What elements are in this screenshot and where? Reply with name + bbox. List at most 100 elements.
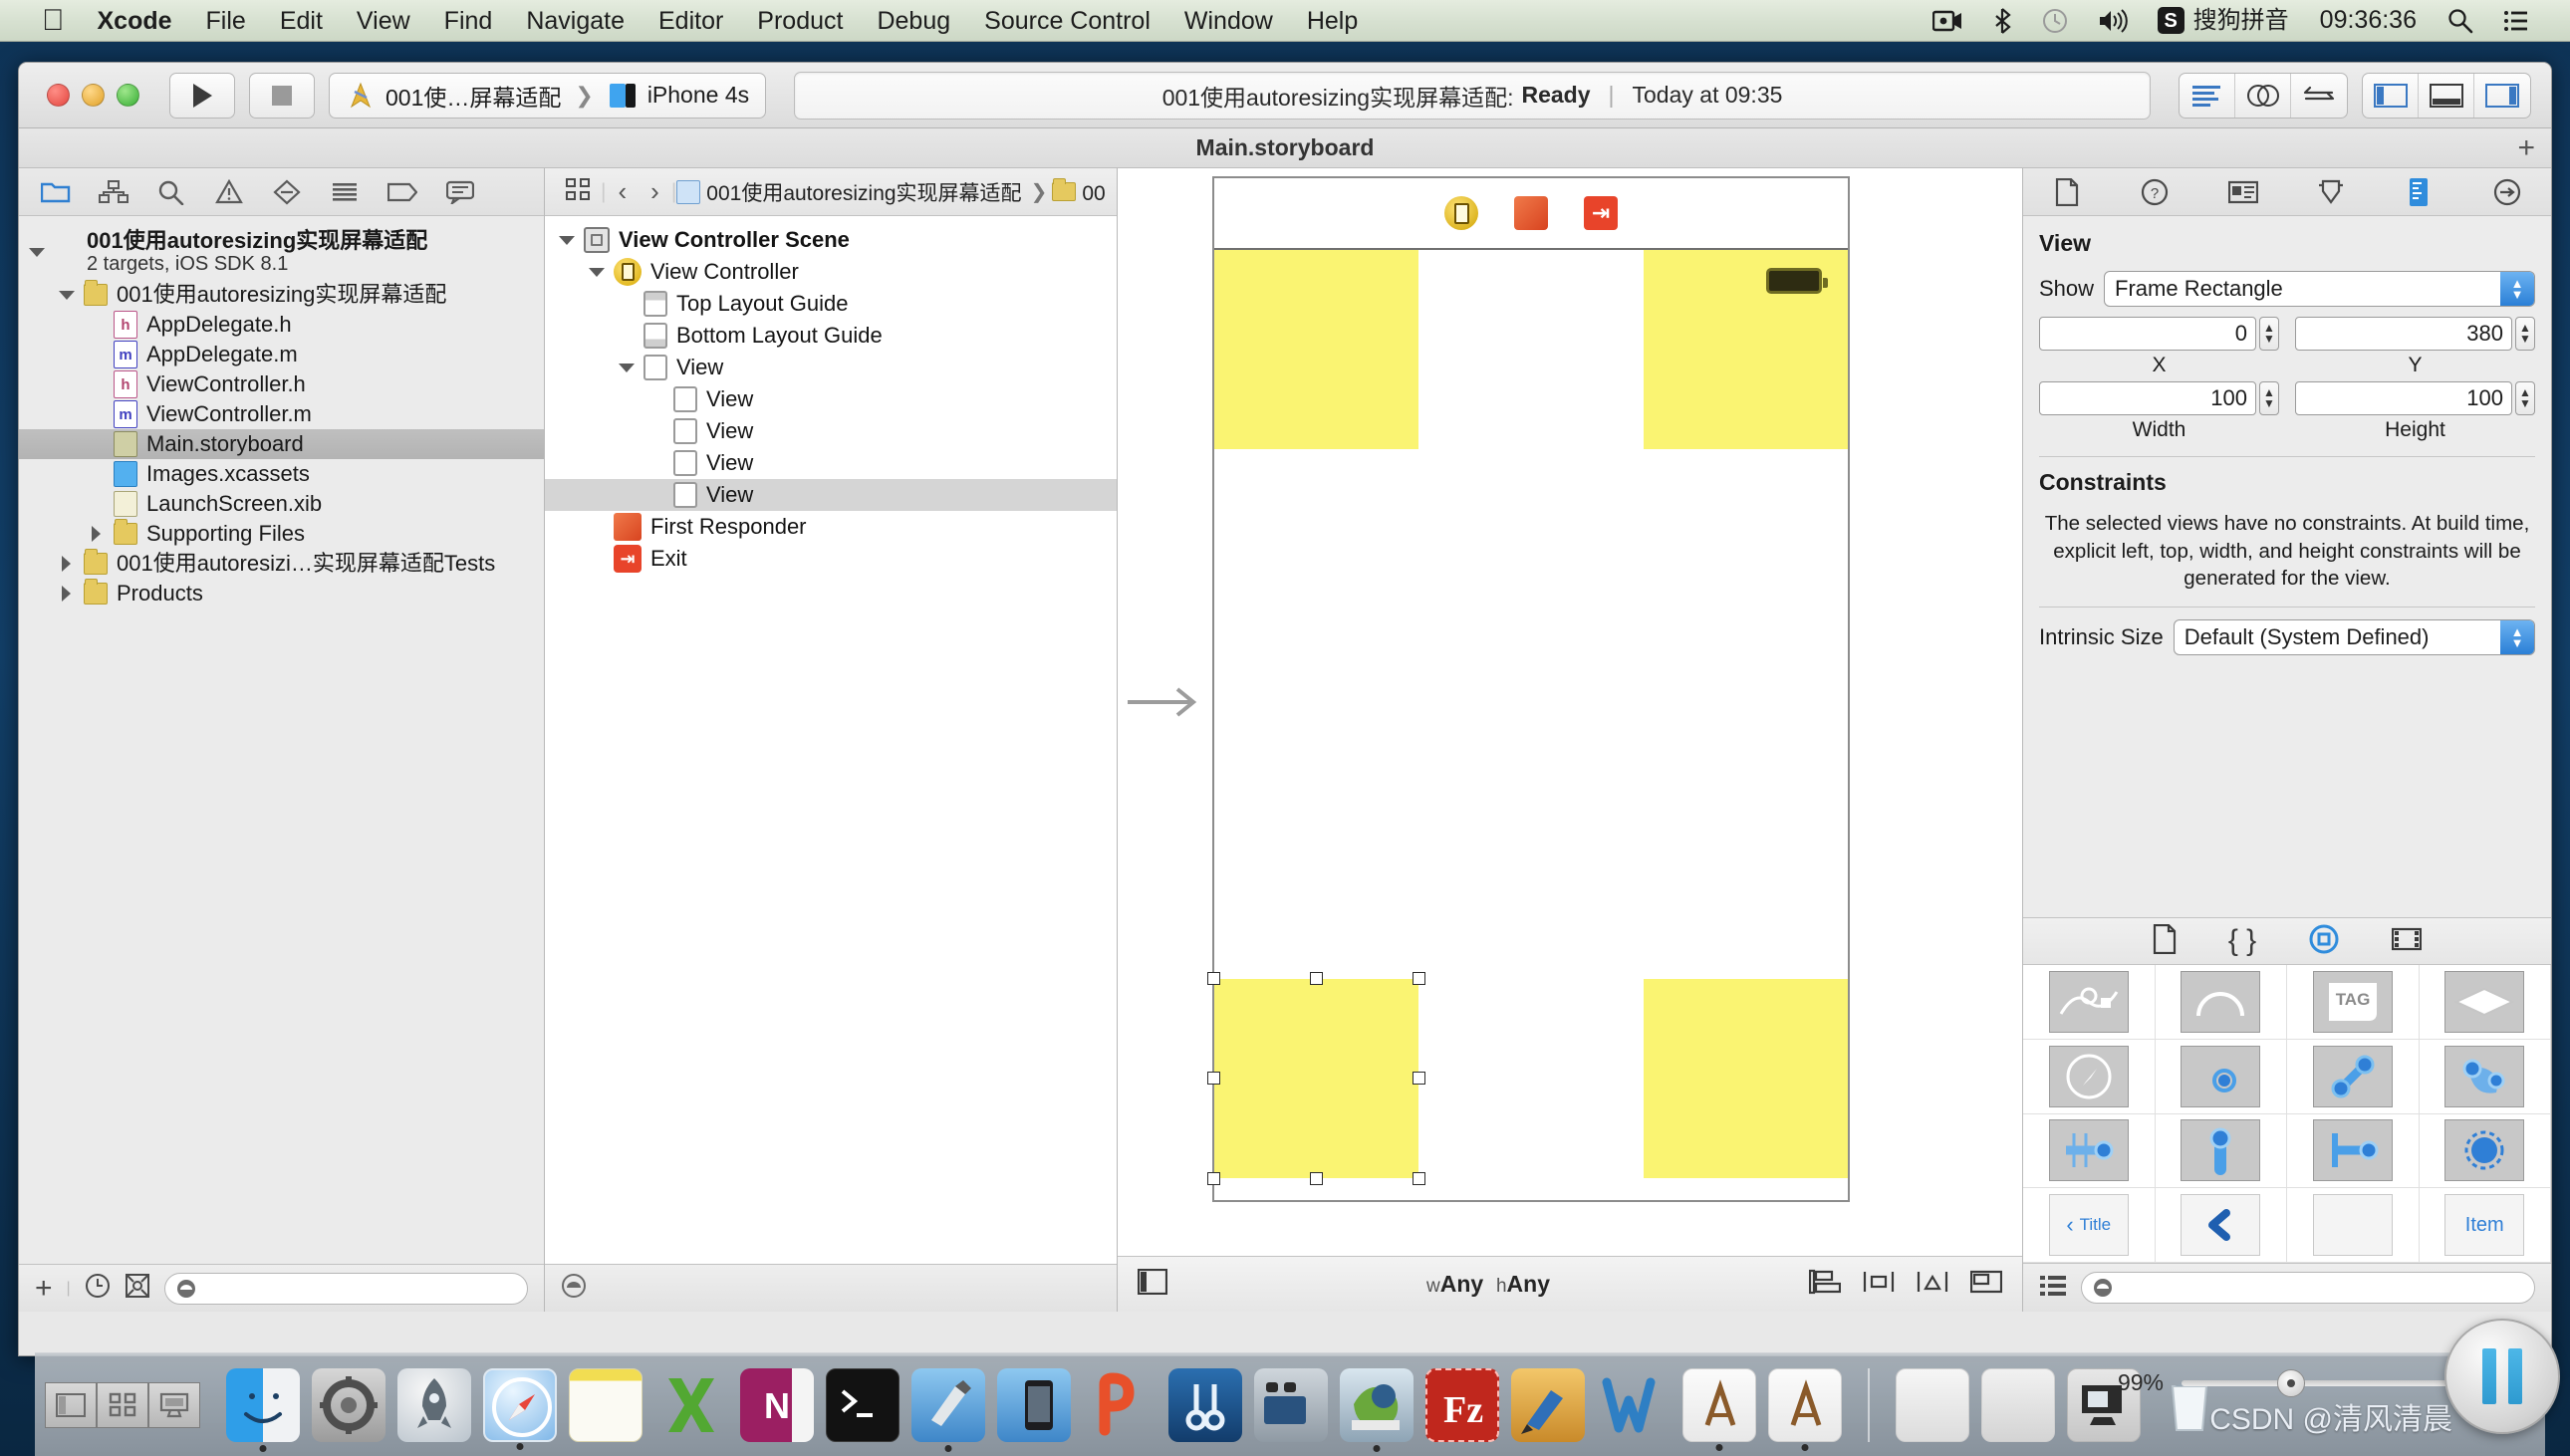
storyboard-canvas[interactable]: ⇥ [1118, 168, 2022, 1256]
run-button[interactable] [169, 72, 235, 119]
zoom-slider-knob[interactable] [2277, 1368, 2305, 1397]
menu-item-file[interactable]: File [189, 0, 263, 42]
navigator-row[interactable]: 001使用autoresizing实现屏幕适配 2 targets, iOS SD… [19, 224, 544, 280]
yellow-subview-bottom-right[interactable] [1644, 979, 1848, 1178]
outline-row[interactable]: View [545, 415, 1117, 447]
disclosure-triangle-icon[interactable] [589, 264, 605, 280]
code-snippet-library-icon[interactable]: { } [2228, 924, 2256, 958]
debug-area-toggle-icon[interactable] [2419, 73, 2474, 118]
floating-pause-button[interactable] [2444, 1319, 2560, 1434]
disclosure-triangle-icon[interactable] [29, 244, 45, 260]
display-icon[interactable] [148, 1381, 200, 1428]
debug-navigator-icon[interactable] [316, 180, 374, 204]
close-window-button[interactable] [47, 84, 70, 107]
library-item-diamond-view[interactable] [2419, 965, 2551, 1040]
disclosure-triangle-icon[interactable] [559, 232, 575, 248]
resolve-autolayout-icon[interactable] [1917, 1269, 1948, 1300]
symbol-navigator-icon[interactable] [85, 179, 142, 204]
outline-row[interactable]: View [545, 383, 1117, 415]
library-item-gauge-view[interactable] [2023, 1039, 2156, 1114]
navigator-row[interactable]: h AppDelegate.h [19, 310, 544, 340]
frame-height-field[interactable]: 100 [2295, 381, 2512, 415]
navigator-filter-input[interactable] [202, 1277, 517, 1300]
mission-control-icon[interactable] [45, 1381, 97, 1428]
resize-handle-bottom-left[interactable] [1207, 1172, 1220, 1185]
related-items-icon[interactable] [555, 177, 601, 207]
resizing-behaviour-icon[interactable] [1969, 1269, 2003, 1300]
breadcrumb-item[interactable]: 001使用autoresizing实现屏幕适配 [676, 177, 1025, 207]
frame-width-stepper[interactable]: ▲ ▼ [2258, 381, 2279, 415]
resize-handle-middle-right[interactable] [1413, 1072, 1425, 1085]
navigator-toggle-icon[interactable] [2363, 73, 2419, 118]
attributes-inspector-icon[interactable] [2302, 179, 2360, 205]
disclosure-triangle-icon[interactable] [59, 586, 75, 602]
pin-icon[interactable] [1863, 1269, 1895, 1300]
exit-icon[interactable]: ⇥ [1584, 196, 1618, 230]
library-item-single-point-object[interactable] [2155, 1039, 2287, 1114]
launchpad-icon[interactable] [97, 1381, 148, 1428]
menu-item-edit[interactable]: Edit [263, 0, 340, 42]
library-item-chevron-back-item[interactable] [2155, 1188, 2287, 1263]
library-item-pin-object[interactable] [2155, 1113, 2287, 1189]
breadcrumb[interactable]: 001使用autoresizing实现屏幕适配❯00…配❯M…ard❯M…se)… [676, 177, 1107, 207]
volume-icon[interactable] [2083, 8, 2143, 33]
navigator-row[interactable]: 001使用autoresizing实现屏幕适配 [19, 280, 544, 310]
resize-handle-bottom-center[interactable] [1309, 1172, 1323, 1185]
resize-handle-top-right[interactable] [1413, 972, 1425, 985]
first-responder-icon[interactable] [1514, 196, 1548, 230]
stop-button[interactable] [249, 72, 315, 119]
navigator-row[interactable]: Products [19, 579, 544, 608]
library-filter-field[interactable] [2081, 1272, 2535, 1304]
menu-item-find[interactable]: Find [427, 0, 510, 42]
library-item-ui-view-rounded[interactable] [2155, 965, 2287, 1040]
dock-app-system-preferences[interactable] [312, 1367, 386, 1442]
navigator-row[interactable]: Supporting Files [19, 519, 544, 549]
connections-inspector-icon[interactable] [2478, 178, 2536, 206]
library-item-back-title-bar-item[interactable]: ‹ Title [2023, 1188, 2156, 1263]
resize-handle-bottom-right[interactable] [1413, 1172, 1425, 1185]
frame-width-field[interactable]: 100 [2039, 381, 2256, 415]
quick-help-icon[interactable]: ? [2126, 178, 2184, 206]
dock-app-word[interactable] [1597, 1368, 1670, 1442]
menu-bar-clock[interactable]: 09:36:36 [2304, 6, 2433, 35]
add-file-button[interactable]: + [35, 1272, 53, 1306]
identity-inspector-icon[interactable] [2214, 180, 2272, 204]
outline-tree[interactable]: View Controller Scene View Controller Top … [545, 216, 1117, 1264]
outline-row[interactable]: Top Layout Guide [545, 288, 1117, 320]
navigator-row[interactable]: LaunchScreen.xib [19, 489, 544, 519]
object-library-icon[interactable] [2308, 923, 2340, 960]
dock-app-xcode-beta-2[interactable] [1768, 1367, 1842, 1451]
show-popup-button[interactable]: Frame Rectangle ▲ ▼ [2104, 271, 2535, 307]
dock-app-onenote[interactable]: N [740, 1367, 814, 1442]
dock-stack-2[interactable] [1981, 1367, 2055, 1442]
navigator-row[interactable]: h ViewController.h [19, 369, 544, 399]
menu-item-debug[interactable]: Debug [860, 0, 967, 42]
search-navigator-icon[interactable] [142, 179, 200, 205]
menu-item-window[interactable]: Window [1167, 0, 1290, 42]
recent-files-icon[interactable] [85, 1273, 111, 1304]
library-item-tag-view[interactable]: TAG [2287, 965, 2420, 1040]
canvas-zoom-control[interactable]: 99% [2118, 1368, 2480, 1397]
zoom-window-button[interactable] [117, 84, 139, 107]
dock-app-filezilla[interactable]: Fz [1425, 1367, 1499, 1442]
navigator-row[interactable]: m ViewController.m [19, 399, 544, 429]
dock-app-parallels[interactable] [1083, 1368, 1156, 1442]
navigator-row[interactable]: m AppDelegate.m [19, 340, 544, 369]
intrinsic-size-popup-button[interactable]: Default (System Defined) ▲ ▼ [2173, 619, 2535, 656]
outline-row[interactable]: First Responder [545, 511, 1117, 543]
menu-item-editor[interactable]: Editor [642, 0, 740, 42]
navigator-row[interactable]: Images.xcassets [19, 459, 544, 489]
file-template-library-icon[interactable] [2153, 923, 2177, 959]
library-item-dashed-circle-object[interactable] [2419, 1113, 2551, 1189]
dock-app-finder[interactable] [226, 1367, 300, 1452]
project-navigator-tree[interactable]: 001使用autoresizing实现屏幕适配 2 targets, iOS SD… [19, 216, 544, 1264]
outline-toggle-icon[interactable] [1137, 1268, 1168, 1300]
menu-item-view[interactable]: View [340, 0, 427, 42]
disclosure-triangle-icon[interactable] [59, 287, 75, 303]
frame-x-field[interactable]: 0 [2039, 317, 2256, 351]
jump-bar-forward-button[interactable]: › [639, 176, 671, 207]
dock-app-paint[interactable] [1511, 1367, 1585, 1442]
dock-app-quicktime[interactable] [1254, 1367, 1328, 1442]
outline-row[interactable]: View [545, 352, 1117, 383]
library-item-blank-bar-item[interactable] [2287, 1188, 2420, 1263]
